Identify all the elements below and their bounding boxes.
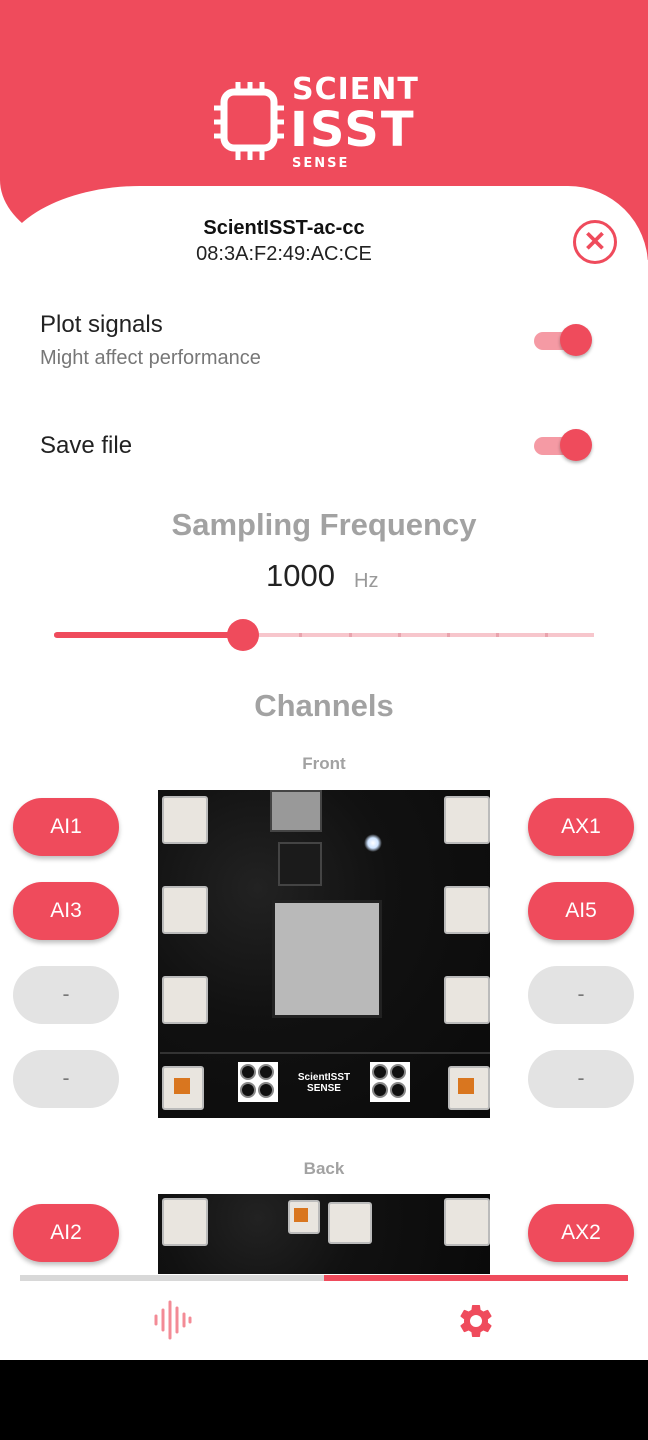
channel-ai1-button[interactable]: AI1	[13, 798, 119, 856]
board-divider	[160, 1052, 490, 1054]
processor-chip	[278, 842, 322, 886]
tab-indicator-inactive	[20, 1275, 324, 1281]
channel-ai3-button[interactable]: AI3	[13, 882, 119, 940]
electrode-pad-grid	[370, 1062, 410, 1102]
channel-empty-button[interactable]: -	[13, 966, 119, 1024]
sampling-frequency-unit: Hz	[354, 570, 379, 592]
slider-knob[interactable]	[227, 619, 259, 651]
toggle-thumb	[560, 324, 592, 356]
connector-port	[444, 796, 490, 844]
logo-text-isst: ISST	[290, 102, 416, 158]
connector-port	[444, 886, 490, 934]
esp32-module	[272, 900, 382, 1018]
plot-signals-label: Plot signals	[40, 311, 163, 338]
slider-tick	[349, 633, 352, 637]
channels-title: Channels	[254, 688, 394, 723]
board-front-image: ScientISST SENSE	[158, 790, 490, 1118]
chip-icon	[214, 82, 284, 160]
app-screen: SCIENT ISST SENSE ScientISST-ac-cc 08:3A…	[0, 0, 648, 1360]
close-icon: ✕	[583, 226, 607, 257]
connector-port	[328, 1202, 372, 1244]
slider-fill	[54, 632, 243, 638]
sampling-frequency-slider[interactable]	[54, 618, 594, 652]
board-silkscreen-text: ScientISST SENSE	[297, 1072, 351, 1094]
connector-port	[162, 796, 208, 844]
back-label: Back	[303, 1159, 345, 1178]
status-led	[364, 834, 382, 852]
signal-icon	[154, 1300, 192, 1340]
connector-port	[162, 976, 208, 1024]
plot-signals-subtitle: Might affect performance	[40, 347, 261, 369]
toggle-thumb	[560, 429, 592, 461]
connector-port	[162, 1198, 208, 1246]
slider-tick	[447, 633, 450, 637]
usb-port	[270, 790, 322, 832]
channel-ai5-button[interactable]: AI5	[528, 882, 634, 940]
electrode-pad-grid	[238, 1062, 278, 1102]
scientisst-logo: SCIENT ISST SENSE	[214, 70, 436, 174]
device-mac-address: 08:3A:F2:49:AC:CE	[196, 243, 372, 265]
board-back-image	[158, 1194, 490, 1274]
slider-tick	[299, 633, 302, 637]
device-name: ScientISST-ac-cc	[203, 217, 365, 239]
channel-ai2-button[interactable]: AI2	[13, 1204, 119, 1262]
disconnect-close-button[interactable]: ✕	[573, 220, 617, 264]
tab-indicator-active	[324, 1275, 628, 1281]
tab-settings[interactable]	[456, 1301, 496, 1341]
slider-tick	[398, 633, 401, 637]
plot-signals-toggle[interactable]	[532, 322, 594, 360]
switch-orange	[294, 1208, 308, 1222]
tab-acquisition[interactable]	[150, 1300, 194, 1340]
channel-empty-button[interactable]: -	[528, 966, 634, 1024]
channel-empty-button[interactable]: -	[13, 1050, 119, 1108]
switch-orange	[174, 1078, 190, 1094]
slider-tick	[496, 633, 499, 637]
connector-port	[162, 886, 208, 934]
save-file-toggle[interactable]	[532, 427, 594, 465]
channel-ax2-button[interactable]: AX2	[528, 1204, 634, 1262]
switch-orange	[458, 1078, 474, 1094]
settings-gear-icon	[460, 1305, 492, 1337]
channel-empty-button[interactable]: -	[528, 1050, 634, 1108]
slider-tick	[545, 633, 548, 637]
sampling-frequency-title: Sampling Frequency	[171, 507, 477, 542]
sampling-frequency-value: 1000	[266, 558, 335, 593]
channel-ax1-button[interactable]: AX1	[528, 798, 634, 856]
front-label: Front	[302, 754, 346, 773]
logo-text-sense: SENSE	[292, 156, 350, 171]
save-file-label: Save file	[40, 432, 133, 459]
connector-port	[444, 976, 490, 1024]
connector-port	[444, 1198, 490, 1246]
tab-indicator	[20, 1275, 628, 1281]
